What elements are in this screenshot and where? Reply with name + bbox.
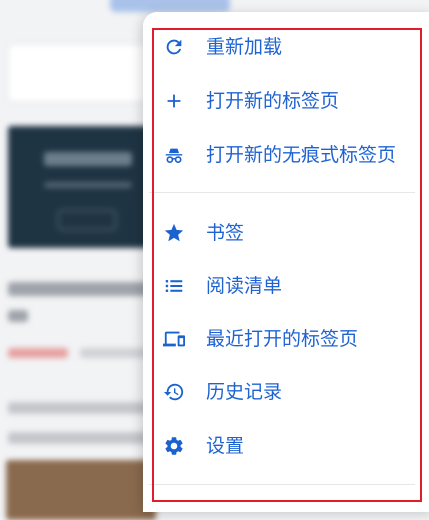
banner-line	[44, 182, 132, 188]
background-text	[8, 282, 158, 296]
menu-item-history[interactable]: 历史记录	[143, 367, 413, 417]
menu-item-settings[interactable]: 设置	[143, 421, 413, 471]
menu-item-recent-tabs[interactable]: 最近打开的标签页	[143, 314, 413, 364]
incognito-icon	[162, 143, 186, 167]
menu-item-label: 设置	[206, 435, 245, 457]
menu-item-label: 打开新的标签页	[206, 90, 340, 112]
list-icon	[162, 274, 186, 298]
menu-item-label: 最近打开的标签页	[206, 328, 359, 350]
background-top-bar	[110, 0, 230, 12]
background-text	[80, 348, 150, 358]
background-text	[8, 432, 158, 444]
menu-divider	[149, 192, 415, 193]
menu-item-bookmarks[interactable]: 书签	[143, 208, 413, 258]
menu-divider	[149, 484, 415, 485]
menu-item-label: 重新加载	[206, 36, 283, 58]
background-image	[6, 460, 156, 520]
reload-icon	[162, 35, 186, 59]
banner-line	[44, 152, 132, 166]
menu-item-reading-list[interactable]: 阅读清单	[143, 261, 413, 311]
menu-item-label: 历史记录	[206, 381, 283, 403]
menu-item-reload[interactable]: 重新加载	[143, 22, 413, 72]
background-banner	[8, 126, 158, 248]
devices-icon	[162, 327, 186, 351]
star-icon	[162, 221, 186, 245]
menu-item-new-incognito-tab[interactable]: 打开新的无痕式标签页	[143, 130, 413, 180]
banner-button	[58, 210, 116, 230]
menu-item-new-tab[interactable]: 打开新的标签页	[143, 76, 413, 126]
background-text	[8, 402, 158, 414]
gear-icon	[162, 434, 186, 458]
background-text	[8, 310, 28, 322]
menu-item-label: 阅读清单	[206, 275, 283, 297]
plus-icon	[162, 89, 186, 113]
history-icon	[162, 380, 186, 404]
background-text	[8, 348, 68, 358]
overflow-menu: 重新加载 打开新的标签页 打开新的无痕式标签页 书签 阅读清单 最近打开的标签页…	[143, 12, 429, 512]
menu-item-label: 书签	[206, 222, 245, 244]
menu-item-label: 打开新的无痕式标签页	[206, 144, 397, 166]
background-search-box	[8, 44, 160, 102]
